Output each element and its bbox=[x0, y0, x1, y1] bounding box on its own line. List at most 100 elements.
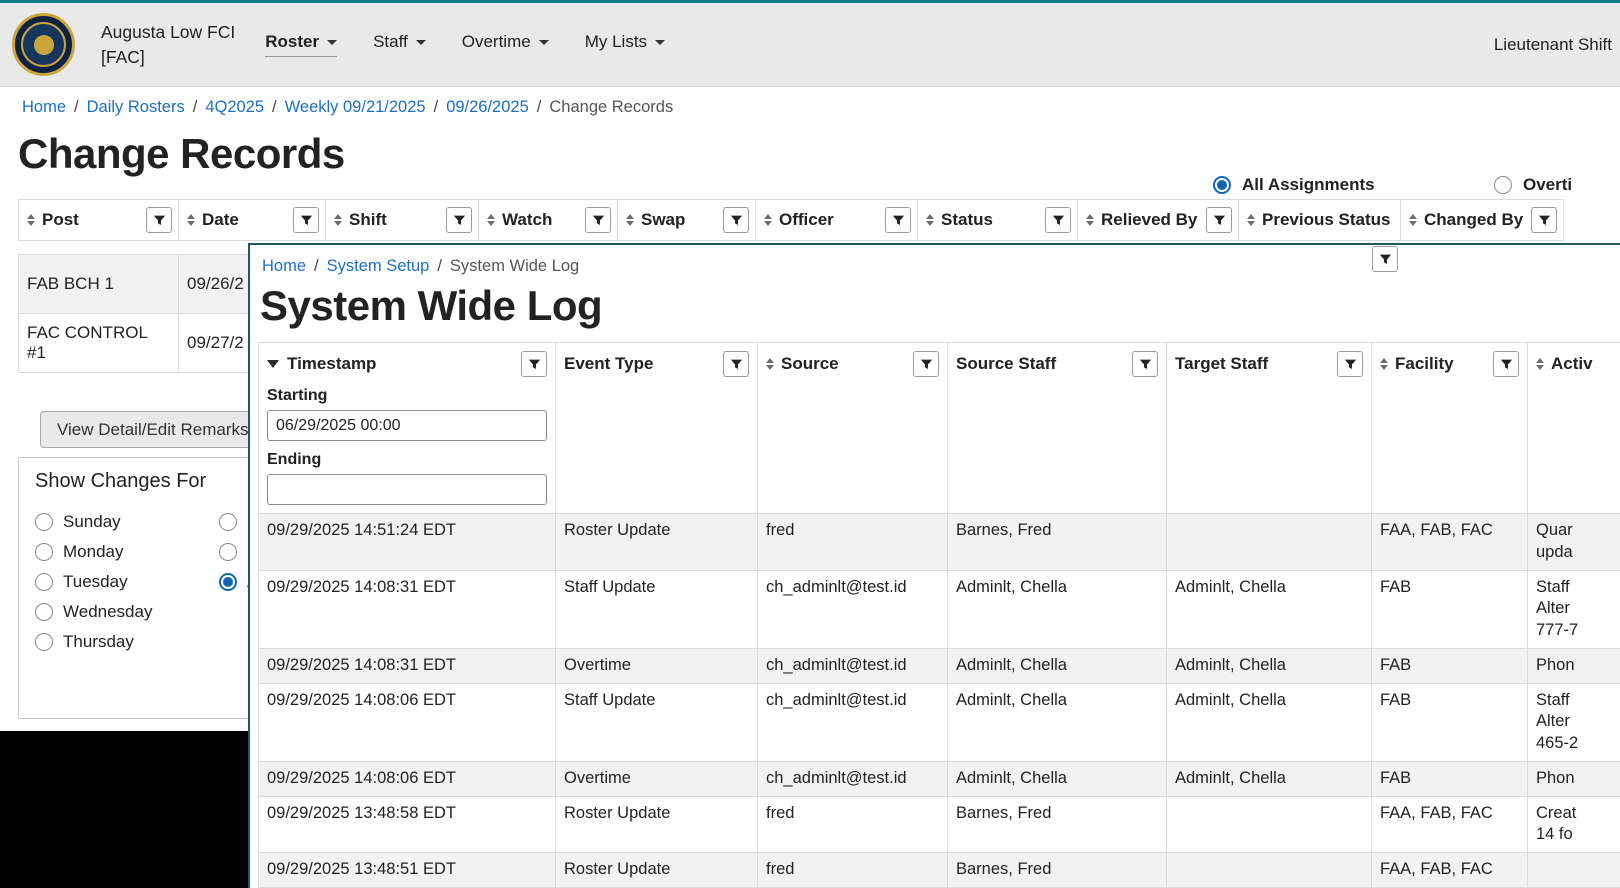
radio-option-thursday[interactable]: Thursday bbox=[35, 632, 152, 652]
breadcrumb-system-setup[interactable]: System Setup bbox=[327, 257, 430, 275]
funnel-icon bbox=[730, 214, 743, 227]
cell-facility: FAA, FAB, FAC bbox=[1372, 797, 1527, 853]
sort-icon bbox=[1380, 358, 1388, 370]
column-header-activ[interactable]: Activ bbox=[1528, 343, 1620, 513]
breadcrumb-daily-rosters[interactable]: Daily Rosters bbox=[87, 98, 185, 116]
menu-staff[interactable]: Staff bbox=[373, 32, 426, 57]
filter-button-facility[interactable] bbox=[1493, 351, 1519, 377]
column-header-facility[interactable]: Facility bbox=[1372, 343, 1527, 513]
funnel-icon bbox=[1379, 253, 1392, 266]
column-header-timestamp[interactable]: TimestampStartingEnding bbox=[259, 343, 555, 513]
filter-button-date[interactable] bbox=[293, 207, 319, 233]
filter-button-officer[interactable] bbox=[885, 207, 911, 233]
cell-post[interactable]: FAB BCH 1 bbox=[19, 255, 178, 313]
radio-option-all-assignments[interactable]: All Assignments bbox=[1213, 175, 1375, 195]
filter-button-event-type[interactable] bbox=[723, 351, 749, 377]
column-header-previous-status[interactable]: Previous Status bbox=[1239, 200, 1400, 240]
breadcrumb-separator: / bbox=[74, 98, 79, 116]
filter-button-target-staff[interactable] bbox=[1337, 351, 1363, 377]
sort-up-arrow-icon bbox=[626, 214, 634, 219]
sort-descending-icon bbox=[267, 360, 279, 368]
breadcrumb-4q2025[interactable]: 4Q2025 bbox=[205, 98, 264, 116]
starting-filter-input[interactable] bbox=[267, 410, 547, 441]
column-header-changed-by[interactable]: Changed By bbox=[1401, 200, 1563, 240]
column-header-swap[interactable]: Swap bbox=[618, 200, 755, 240]
column-label: Status bbox=[941, 210, 993, 230]
filter-button-relieved-by[interactable] bbox=[1206, 207, 1232, 233]
sort-up-arrow-icon bbox=[187, 214, 195, 219]
radio-label: All Assignments bbox=[1242, 175, 1375, 195]
cell-source-staff: Adminlt, Chella bbox=[948, 571, 1166, 648]
filter-button-previous-status[interactable] bbox=[1372, 246, 1398, 272]
radio-option-overtime[interactable]: Overti bbox=[1494, 175, 1572, 195]
radio-option-tuesday[interactable]: Tuesday bbox=[35, 572, 152, 592]
column-header-event-type[interactable]: Event Type bbox=[556, 343, 757, 513]
column-header-status[interactable]: Status bbox=[918, 200, 1077, 240]
column-header-post[interactable]: Post bbox=[19, 200, 178, 240]
radio-unselected-icon bbox=[1494, 176, 1512, 194]
activity-line: Phon bbox=[1536, 768, 1620, 790]
filter-button-source[interactable] bbox=[913, 351, 939, 377]
cell-facility: FAA, FAB, FAC bbox=[1372, 853, 1527, 887]
cell-timestamp: 09/29/2025 14:08:31 EDT bbox=[259, 649, 555, 683]
sort-down-arrow-icon bbox=[1380, 365, 1388, 370]
header-top: Source Staff bbox=[956, 351, 1158, 377]
funnel-icon bbox=[1344, 358, 1357, 371]
radio-unselected-icon bbox=[219, 543, 237, 561]
cell-facility: FAA, FAB, FAC bbox=[1372, 514, 1527, 570]
breadcrumb-separator: / bbox=[437, 257, 442, 275]
filter-button-post[interactable] bbox=[146, 207, 172, 233]
column-label: Previous Status bbox=[1262, 210, 1391, 230]
breadcrumb-09-26-2025[interactable]: 09/26/2025 bbox=[446, 98, 529, 116]
activity-line: Staff bbox=[1536, 577, 1620, 599]
filter-button-source-staff[interactable] bbox=[1132, 351, 1158, 377]
cell-post[interactable]: FAC CONTROL #1 bbox=[19, 314, 178, 372]
radio-label: Tuesday bbox=[63, 572, 128, 592]
funnel-icon bbox=[1052, 214, 1065, 227]
column-header-source-staff[interactable]: Source Staff bbox=[948, 343, 1166, 513]
cell-source-staff: Adminlt, Chella bbox=[948, 762, 1166, 796]
funnel-icon bbox=[1538, 214, 1551, 227]
filter-button-watch[interactable] bbox=[585, 207, 611, 233]
column-header-watch[interactable]: Watch bbox=[479, 200, 617, 240]
sort-icon bbox=[1086, 214, 1094, 226]
cell-event-type: Staff Update bbox=[556, 684, 757, 761]
filter-button-timestamp[interactable] bbox=[521, 351, 547, 377]
sort-down-arrow-icon bbox=[1086, 221, 1094, 226]
menu-my-lists[interactable]: My Lists bbox=[585, 32, 665, 57]
filter-button-status[interactable] bbox=[1045, 207, 1071, 233]
breadcrumb-separator: / bbox=[537, 98, 542, 116]
menu-overtime[interactable]: Overtime bbox=[462, 32, 549, 57]
breadcrumb-weekly-09-21-2025[interactable]: Weekly 09/21/2025 bbox=[285, 98, 426, 116]
sort-up-arrow-icon bbox=[926, 214, 934, 219]
column-header-shift[interactable]: Shift bbox=[326, 200, 478, 240]
column-header-relieved-by[interactable]: Relieved By bbox=[1078, 200, 1238, 240]
radio-option-wednesday[interactable]: Wednesday bbox=[35, 602, 152, 622]
sort-down-arrow-icon bbox=[1247, 221, 1255, 226]
column-header-date[interactable]: Date bbox=[179, 200, 325, 240]
radio-option-sunday[interactable]: Sunday bbox=[35, 512, 152, 532]
menu-roster[interactable]: Roster bbox=[265, 32, 337, 57]
sort-icon bbox=[334, 214, 342, 226]
chevron-down-icon bbox=[539, 40, 549, 45]
breadcrumb-home[interactable]: Home bbox=[22, 98, 66, 116]
column-header-officer[interactable]: Officer bbox=[756, 200, 917, 240]
column-header-target-staff[interactable]: Target Staff bbox=[1167, 343, 1371, 513]
filter-button-shift[interactable] bbox=[446, 207, 472, 233]
filter-button-changed-by[interactable] bbox=[1531, 207, 1557, 233]
cell-source: fred bbox=[758, 514, 947, 570]
radio-option-monday[interactable]: Monday bbox=[35, 542, 152, 562]
cell-activity bbox=[1528, 853, 1620, 887]
cell-source: ch_adminlt@test.id bbox=[758, 684, 947, 761]
menu-label: Roster bbox=[265, 32, 319, 52]
sort-icon bbox=[626, 214, 634, 226]
column-header-source[interactable]: Source bbox=[758, 343, 947, 513]
breadcrumb-home[interactable]: Home bbox=[262, 257, 306, 275]
sort-icon bbox=[487, 214, 495, 226]
facility-line2: [FAC] bbox=[101, 45, 235, 70]
sort-up-arrow-icon bbox=[764, 214, 772, 219]
filter-button-swap[interactable] bbox=[723, 207, 749, 233]
ending-filter-input[interactable] bbox=[267, 474, 547, 505]
cell-target-staff: Adminlt, Chella bbox=[1167, 571, 1371, 648]
view-detail-button[interactable]: View Detail/Edit Remarks bbox=[40, 411, 265, 448]
